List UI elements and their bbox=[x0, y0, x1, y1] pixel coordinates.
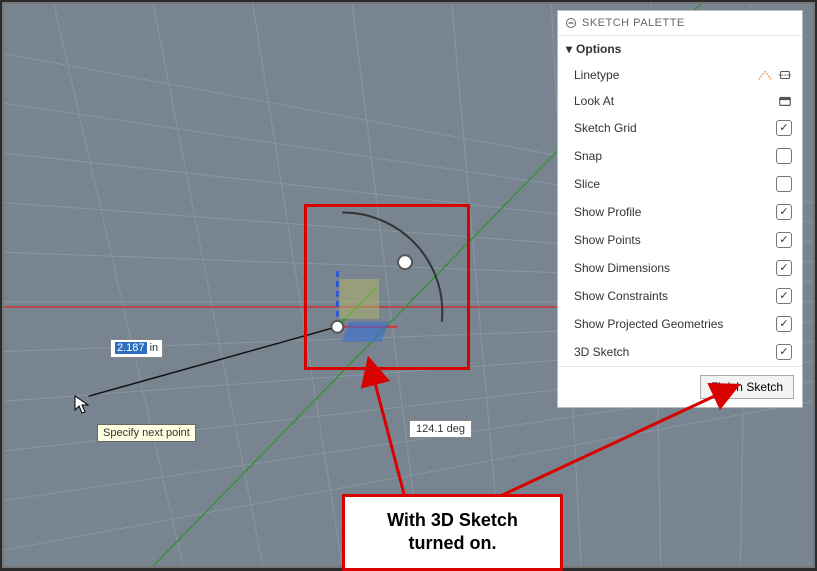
show-dimensions-label: Show Dimensions bbox=[574, 261, 670, 275]
palette-title: SKETCH PALETTE bbox=[582, 17, 685, 29]
show-projected-label: Show Projected Geometries bbox=[574, 317, 723, 331]
row-linetype: Linetype bbox=[558, 62, 802, 88]
slice-label: Slice bbox=[574, 177, 600, 191]
sketch-grid-checkbox[interactable] bbox=[776, 120, 792, 136]
row-show-dimensions: Show Dimensions bbox=[558, 254, 802, 282]
hint-tooltip: Specify next point bbox=[97, 424, 196, 442]
show-points-label: Show Points bbox=[574, 233, 641, 247]
palette-header[interactable]: SKETCH PALETTE bbox=[558, 11, 802, 36]
linetype-label: Linetype bbox=[574, 68, 619, 82]
snap-checkbox[interactable] bbox=[776, 148, 792, 164]
collapse-icon[interactable] bbox=[566, 18, 576, 28]
slice-checkbox[interactable] bbox=[776, 176, 792, 192]
measurement-unit: in bbox=[150, 342, 159, 354]
show-profile-label: Show Profile bbox=[574, 205, 641, 219]
measurement-readout: 2.187 in bbox=[110, 339, 163, 358]
annotation-callout: With 3D Sketch turned on. bbox=[342, 494, 563, 571]
3d-sketch-label: 3D Sketch bbox=[574, 345, 629, 359]
show-profile-checkbox[interactable] bbox=[776, 204, 792, 220]
show-constraints-label: Show Constraints bbox=[574, 289, 668, 303]
row-slice: Slice bbox=[558, 170, 802, 198]
row-show-constraints: Show Constraints bbox=[558, 282, 802, 310]
row-snap: Snap bbox=[558, 142, 802, 170]
sketch-grid-label: Sketch Grid bbox=[574, 121, 637, 135]
angle-readout: 124.1 deg bbox=[409, 420, 472, 438]
snap-label: Snap bbox=[574, 149, 602, 163]
row-3d-sketch: 3D Sketch bbox=[558, 338, 802, 366]
gizmo-highlight-box bbox=[304, 204, 470, 370]
sketch-palette: SKETCH PALETTE ▾ Options Linetype Look A… bbox=[557, 10, 803, 408]
caret-down-icon: ▾ bbox=[566, 42, 572, 56]
row-show-points: Show Points bbox=[558, 226, 802, 254]
row-show-projected: Show Projected Geometries bbox=[558, 310, 802, 338]
show-points-checkbox[interactable] bbox=[776, 232, 792, 248]
measurement-value: 2.187 bbox=[115, 342, 147, 354]
options-section-header[interactable]: ▾ Options bbox=[558, 36, 802, 62]
show-projected-checkbox[interactable] bbox=[776, 316, 792, 332]
show-constraints-checkbox[interactable] bbox=[776, 288, 792, 304]
linetype-centerline-icon[interactable] bbox=[778, 68, 792, 82]
mouse-cursor bbox=[73, 394, 93, 421]
row-sketch-grid: Sketch Grid bbox=[558, 114, 802, 142]
linetype-construction-icon[interactable] bbox=[758, 68, 772, 82]
show-dimensions-checkbox[interactable] bbox=[776, 260, 792, 276]
3d-sketch-checkbox[interactable] bbox=[776, 344, 792, 360]
row-lookat: Look At bbox=[558, 88, 802, 114]
lookat-icon[interactable] bbox=[778, 94, 792, 108]
lookat-label: Look At bbox=[574, 94, 614, 108]
finish-sketch-button[interactable]: Finish Sketch bbox=[700, 375, 794, 399]
row-show-profile: Show Profile bbox=[558, 198, 802, 226]
